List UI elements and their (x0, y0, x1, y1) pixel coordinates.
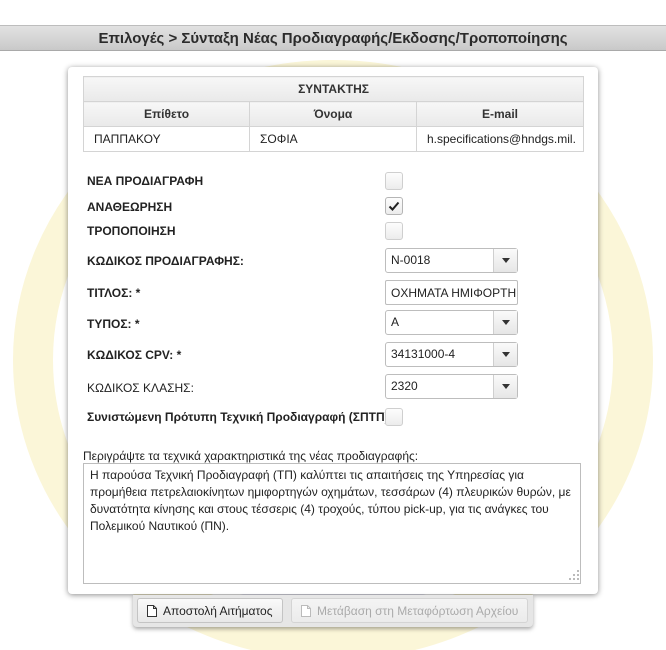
title-label: ΤΙΤΛΟΣ: * (87, 286, 141, 300)
chevron-down-icon[interactable] (493, 343, 517, 366)
class-code-value: 2320 (391, 379, 418, 393)
cpv-label: ΚΩΔΙΚΟΣ CPV: * (87, 348, 182, 362)
cpv-value: 34131000-4 (391, 347, 456, 361)
description-label: Περιγράψτε τα τεχνικά χαρακτηριστικά της… (83, 449, 419, 463)
chevron-down-icon[interactable] (493, 375, 517, 398)
amendment-checkbox[interactable] (385, 222, 403, 240)
class-code-row: ΚΩΔΙΚΟΣ ΚΛΑΣΗΣ: (87, 376, 194, 400)
revision-checkbox[interactable] (385, 197, 403, 215)
spec-code-value: N-0018 (391, 253, 431, 267)
description-textarea[interactable]: Η παρούσα Τεχνική Προδιαγραφή (ΤΠ) καλύπ… (83, 463, 581, 584)
spec-code-row: ΚΩΔΙΚΟΣ ΠΡΟΔΙΑΓΡΑΦΗΣ: (87, 249, 244, 273)
submit-request-button[interactable]: Αποστολή Αιτήματος (137, 598, 283, 623)
revision-label: ΑΝΑΘΕΩΡΗΣΗ (87, 200, 173, 214)
amendment-row: ΤΡΟΠΟΠΟΙΗΣΗ (87, 219, 176, 243)
new-spec-label: ΝΕΑ ΠΡΟΔΙΑΓΡΑΦΗ (87, 174, 204, 188)
spec-form-panel: ΣΥΝΤΑΚΤΗΣ Επίθετο Όνομα E-mail ΠΑΠΠΑΚΟΥ … (68, 67, 598, 594)
cpv-select[interactable]: 34131000-4 (385, 342, 518, 367)
column-header-name: Όνομα (249, 101, 417, 127)
document-icon (147, 604, 157, 617)
type-value: Α (391, 315, 400, 329)
authors-table: ΣΥΝΤΑΚΤΗΣ Επίθετο Όνομα E-mail ΠΑΠΠΑΚΟΥ … (82, 76, 585, 152)
spec-code-select[interactable]: N-0018 (385, 248, 518, 273)
chevron-down-icon[interactable] (493, 249, 517, 272)
chevron-down-icon[interactable] (493, 311, 517, 334)
class-code-label: ΚΩΔΙΚΟΣ ΚΛΑΣΗΣ: (87, 381, 194, 395)
page-title: Επιλογές > Σύνταξη Νέας Προδιαγραφής/Εκδ… (0, 25, 666, 51)
new-spec-checkbox[interactable] (385, 172, 403, 190)
cpv-row: ΚΩΔΙΚΟΣ CPV: * (87, 343, 181, 367)
authors-caption: ΣΥΝΤΑΚΤΗΣ (82, 76, 585, 102)
column-header-email: E-mail (415, 101, 585, 127)
class-code-select[interactable]: 2320 (385, 374, 518, 399)
cell-surname: ΠΑΠΠΑΚΟΥ (83, 126, 250, 152)
recommended-checkbox[interactable] (385, 408, 403, 426)
document-icon (301, 604, 311, 617)
revision-row: ΑΝΑΘΕΩΡΗΣΗ (87, 195, 172, 219)
recommended-row: Συνιστώμενη Πρότυπη Τεχνική Προδιαγραφή … (87, 405, 389, 429)
table-row: ΠΑΠΠΑΚΟΥ ΣΟΦΙΑ h.specifications@hndgs.mi… (83, 126, 585, 152)
title-row: ΤΙΤΛΟΣ: * (87, 281, 140, 305)
type-label: ΤΥΠΟΣ: * (87, 317, 140, 331)
submit-request-label: Αποστολή Αιτήματος (163, 603, 273, 618)
cell-name: ΣΟΦΙΑ (249, 126, 417, 152)
upload-file-button[interactable]: Μετάβαση στη Μεταφόρτωση Αρχείου (291, 598, 529, 623)
type-row: ΤΥΠΟΣ: * (87, 312, 140, 336)
type-select[interactable]: Α (385, 310, 518, 335)
new-spec-row: ΝΕΑ ΠΡΟΔΙΑΓΡΑΦΗ (87, 169, 203, 193)
recommended-label: Συνιστώμενη Πρότυπη Τεχνική Προδιαγραφή … (87, 410, 389, 424)
resize-grip-icon[interactable] (569, 570, 579, 580)
checkmark-icon (388, 201, 400, 211)
spec-code-label: ΚΩΔΙΚΟΣ ΠΡΟΔΙΑΓΡΑΦΗΣ: (87, 254, 244, 268)
action-bar: Αποστολή Αιτήματος Μετάβαση στη Μεταφόρτ… (133, 595, 533, 627)
upload-file-label: Μετάβαση στη Μεταφόρτωση Αρχείου (317, 603, 519, 618)
amendment-label: ΤΡΟΠΟΠΟΙΗΣΗ (87, 224, 176, 238)
cell-email: h.specifications@hndgs.mil. (415, 126, 585, 152)
title-input[interactable] (385, 280, 518, 305)
column-header-surname: Επίθετο (83, 101, 250, 127)
